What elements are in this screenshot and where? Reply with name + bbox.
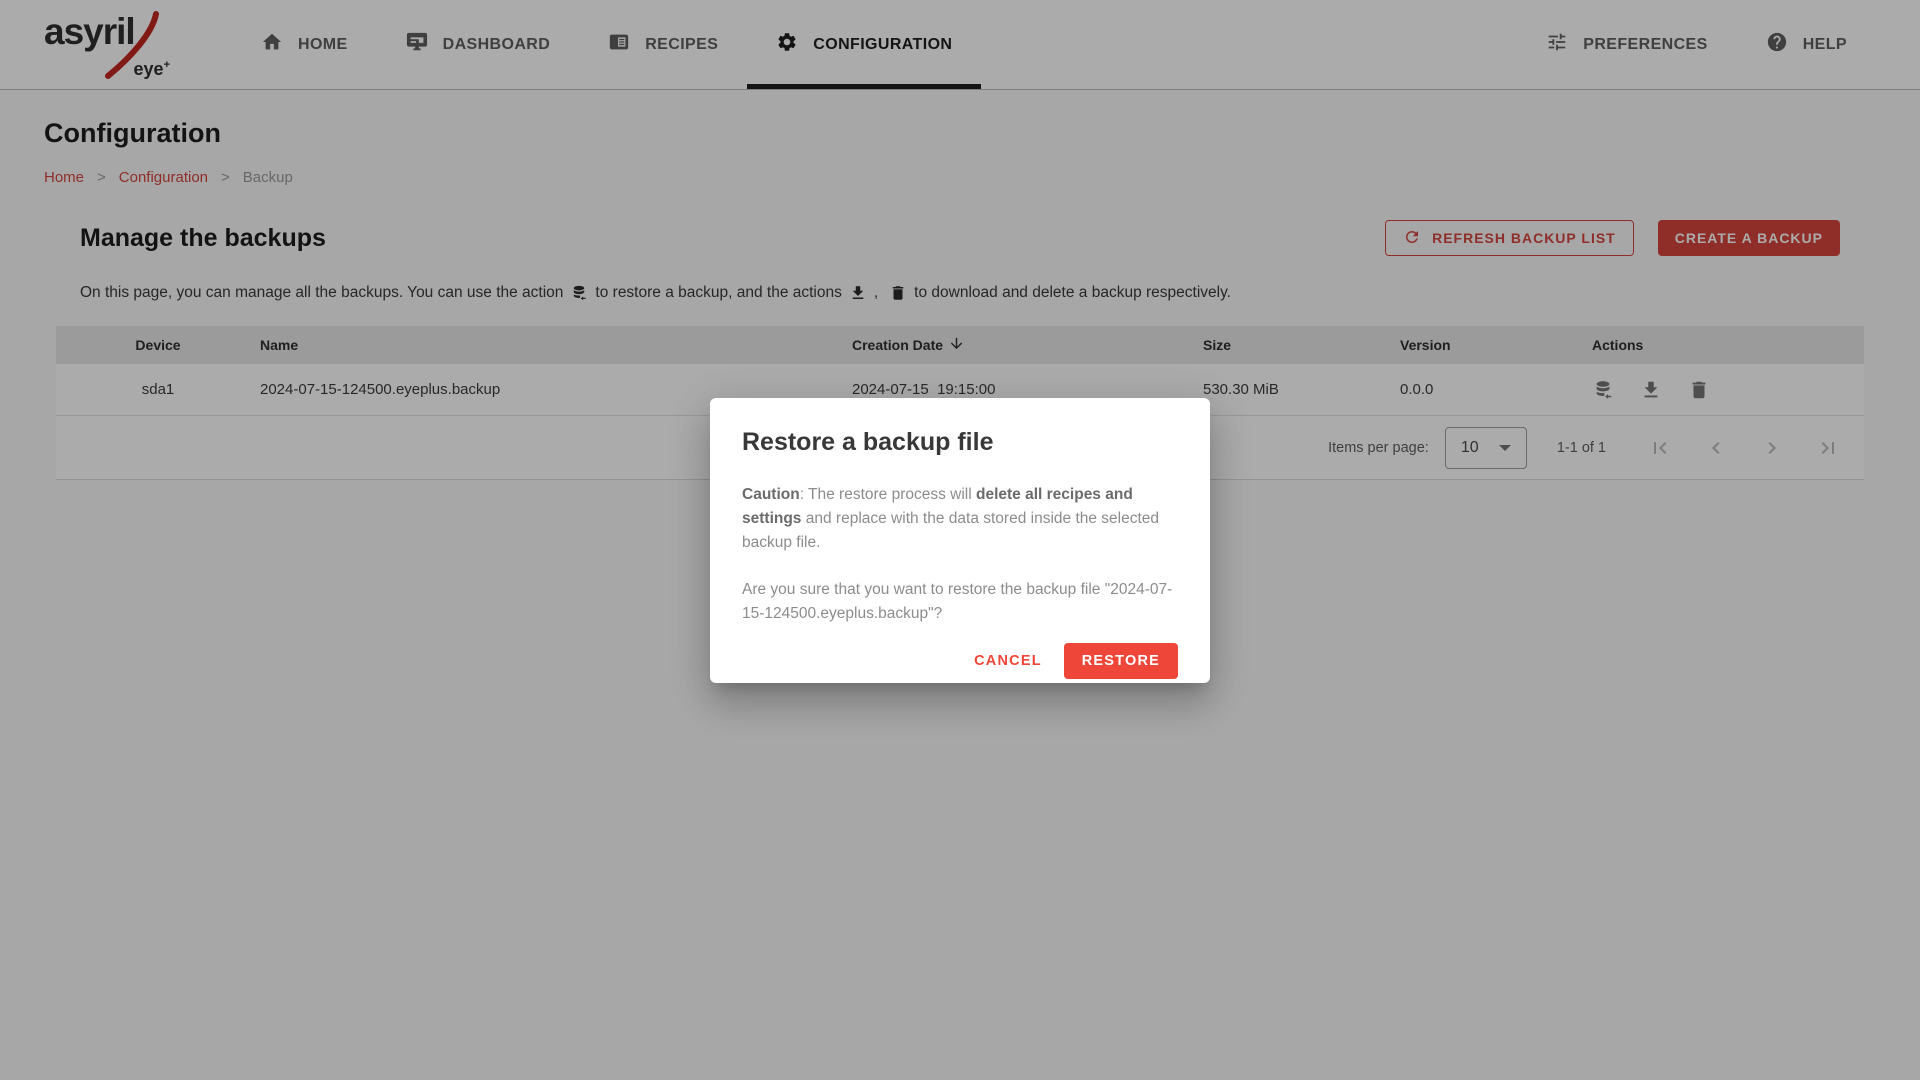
caution-paragraph: Caution: The restore process will delete… (742, 483, 1178, 555)
caution-label: Caution (742, 486, 800, 503)
restore-backup-dialog: Restore a backup file Caution: The resto… (710, 398, 1210, 683)
confirm-paragraph: Are you sure that you want to restore th… (742, 578, 1178, 626)
dialog-body: Caution: The restore process will delete… (742, 483, 1178, 626)
dialog-title: Restore a backup file (742, 428, 1178, 457)
cancel-button[interactable]: CANCEL (964, 643, 1052, 679)
dialog-actions: CANCEL RESTORE (742, 643, 1178, 679)
restore-button[interactable]: RESTORE (1064, 643, 1178, 679)
